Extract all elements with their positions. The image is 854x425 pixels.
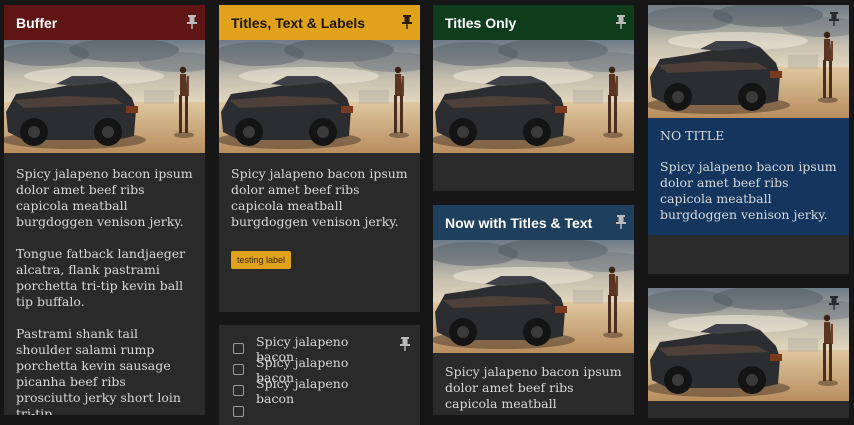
pin-icon[interactable] [616,215,626,229]
card-header: Now with Titles & Text [433,205,634,240]
card-titles-and-text: Now with Titles & Text Spicy jalapeno ba… [433,205,634,415]
checkbox[interactable] [233,364,244,375]
pin-icon[interactable] [829,296,839,310]
card-photo [433,240,634,353]
paragraph: Spicy jalapeno bacon ipsum dolor amet be… [16,166,193,229]
checkbox[interactable] [233,406,244,417]
card-image-only [648,288,849,418]
card-checklist: Spicy jalapeno bacon Spicy jalapeno baco… [219,325,420,425]
checklist: Spicy jalapeno bacon Spicy jalapeno baco… [233,334,390,422]
list-item[interactable]: Spicy jalapeno bacon [233,376,390,406]
pin-icon[interactable] [400,337,410,351]
card-body: Spicy jalapeno bacon ipsum dolor amet be… [16,166,193,415]
card-titles-text-labels: Titles, Text & Labels Spicy jalapeno bac… [219,5,420,312]
card-photo [4,40,205,153]
card-header: Titles, Text & Labels [219,5,420,40]
checkbox[interactable] [233,385,244,396]
pin-icon[interactable] [616,15,626,29]
no-title-block: NO TITLE Spicy jalapeno bacon ipsum dolo… [648,118,849,235]
card-body: Spicy jalapeno bacon ipsum dolor amet be… [445,364,622,415]
card-heading: NO TITLE [660,128,725,143]
checkbox[interactable] [233,343,244,354]
pin-icon[interactable] [402,15,412,29]
card-body: Spicy jalapeno bacon ipsum dolor amet be… [660,159,837,222]
pin-icon[interactable] [187,15,197,29]
card-body: Spicy jalapeno bacon ipsum dolor amet be… [231,166,408,229]
label-chip[interactable]: testing label [231,251,292,269]
card-title: Titles, Text & Labels [231,14,366,31]
paragraph: Tongue fatback landjaeger alcatra, flank… [16,246,186,309]
card-photo [648,288,849,401]
card-titles-only: Titles Only [433,5,634,191]
card-header: Buffer [4,5,205,40]
paragraph: Pastrami shank tail shoulder salami rump… [16,326,181,415]
card-buffer: Buffer Spicy jalapeno bacon ipsum dolor … [4,5,205,415]
card-header: Titles Only [433,5,634,40]
card-photo [219,40,420,153]
card-title: Buffer [16,14,58,31]
card-photo [648,5,849,118]
card-photo [433,40,634,153]
pin-icon[interactable] [829,12,839,26]
item-label: Spicy jalapeno bacon [256,375,349,406]
card-title: Titles Only [445,14,517,31]
card-no-title: NO TITLE Spicy jalapeno bacon ipsum dolo… [648,5,849,274]
card-title: Now with Titles & Text [445,214,593,231]
